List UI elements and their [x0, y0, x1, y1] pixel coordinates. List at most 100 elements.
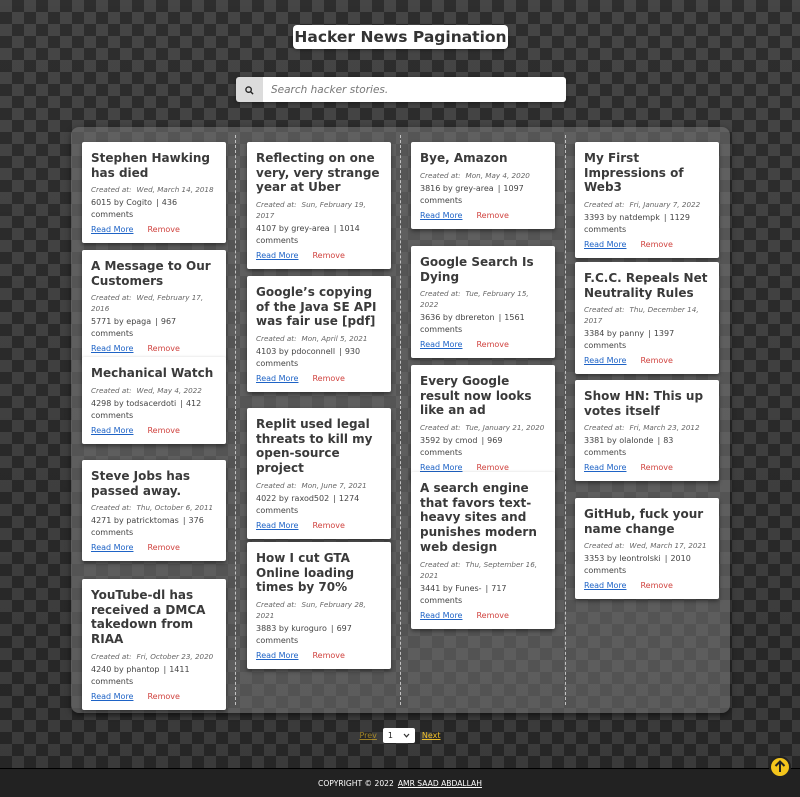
meta-divider: | — [156, 198, 159, 208]
story-points: 4271 — [91, 516, 112, 526]
story-actions: Read More Remove — [584, 462, 711, 473]
story-date: Created at: Thu, October 6, 2011 — [91, 502, 218, 513]
meta-divider: | — [333, 224, 337, 234]
read-more-link[interactable]: Read More — [420, 611, 462, 620]
read-more-link[interactable]: Read More — [256, 374, 298, 383]
story-actions: Read More Remove — [420, 210, 547, 221]
remove-button[interactable]: Remove — [312, 521, 344, 530]
by-label: by — [278, 224, 289, 234]
story-author: leontrolski — [619, 554, 661, 564]
search-button[interactable] — [236, 77, 263, 102]
remove-button[interactable]: Remove — [147, 692, 179, 701]
created-at-label: Created at: — [91, 293, 132, 303]
story-title: Bye, Amazon — [420, 151, 508, 165]
read-more-link[interactable]: Read More — [91, 543, 133, 552]
story-author: pdoconnell — [291, 347, 336, 357]
story-comments-count: 697 — [336, 624, 352, 634]
story-actions: Read More Remove — [584, 580, 711, 591]
story-date-value: Fri, March 23, 2012 — [629, 423, 700, 433]
story-meta: 5771 by epaga | 967 comments — [91, 316, 218, 340]
search-input[interactable] — [263, 77, 566, 102]
story-meta: 3441 by Funes- | 717 comments — [420, 583, 547, 607]
page-select-value: 1 — [387, 730, 393, 740]
prev-page-link[interactable]: Prev — [359, 731, 376, 740]
read-more-link[interactable]: Read More — [420, 463, 462, 472]
comments-label: comments — [91, 329, 134, 339]
story-date-value: Wed, March 14, 2018 — [136, 185, 214, 195]
remove-button[interactable]: Remove — [476, 340, 508, 349]
created-at-label: Created at: — [584, 200, 625, 210]
read-more-link[interactable]: Read More — [420, 340, 462, 349]
story-author: natdempk — [619, 213, 660, 223]
story-author: todsacerdoti — [126, 398, 177, 408]
remove-button[interactable]: Remove — [312, 651, 344, 660]
read-more-link[interactable]: Read More — [584, 356, 626, 365]
story-meta: 3636 by dbrereton | 1561 comments — [420, 312, 547, 336]
story-comments-count: 436 — [161, 198, 178, 208]
scroll-to-top-button[interactable] — [769, 756, 791, 778]
story-points: 6015 — [91, 198, 112, 208]
read-more-link[interactable]: Read More — [584, 240, 626, 249]
story-date: Created at: Fri, March 23, 2012 — [584, 422, 711, 433]
story-author: dbrereton — [455, 313, 495, 323]
created-at-label: Created at: — [420, 170, 461, 180]
read-more-link[interactable]: Read More — [256, 521, 298, 530]
by-label: by — [606, 329, 617, 339]
next-page-link[interactable]: Next — [422, 731, 441, 740]
remove-button[interactable]: Remove — [476, 211, 508, 220]
story-date-value: Mon, May 4, 2020 — [465, 170, 530, 180]
remove-button[interactable]: Remove — [312, 251, 344, 260]
remove-button[interactable]: Remove — [147, 225, 179, 234]
meta-divider: | — [485, 583, 489, 593]
by-label: by — [606, 554, 617, 564]
remove-button[interactable]: Remove — [147, 426, 179, 435]
comments-label: comments — [420, 448, 463, 458]
page-select[interactable]: 1 — [382, 727, 415, 743]
comments-label: comments — [584, 341, 627, 351]
story-title: Google Search Is Dying — [420, 255, 534, 284]
story-comments-count: 1274 — [338, 493, 360, 503]
remove-button[interactable]: Remove — [147, 344, 179, 353]
meta-divider: | — [663, 213, 667, 223]
story-date: Created at: Mon, April 5, 2021 — [256, 333, 383, 344]
remove-button[interactable]: Remove — [640, 356, 672, 365]
created-at-label: Created at: — [584, 423, 625, 433]
remove-button[interactable]: Remove — [476, 611, 508, 620]
created-at-label: Created at: — [91, 185, 132, 195]
story-date-value: Mon, June 7, 2021 — [301, 480, 367, 490]
meta-divider: | — [497, 183, 501, 193]
by-label: by — [442, 436, 453, 446]
remove-button[interactable]: Remove — [476, 463, 508, 472]
story-comments-count: 1411 — [169, 664, 190, 674]
read-more-link[interactable]: Read More — [91, 692, 133, 701]
story-actions: Read More Remove — [584, 355, 711, 366]
read-more-link[interactable]: Read More — [584, 463, 626, 472]
story-date: Created at: Thu, September 16, 2021 — [420, 559, 547, 581]
story-meta: 4298 by todsacerdoti | 412 comments — [91, 398, 218, 422]
story-points: 3353 — [584, 554, 605, 564]
story-date-value: Tue, January 21, 2020 — [465, 423, 545, 433]
read-more-link[interactable]: Read More — [91, 225, 133, 234]
remove-button[interactable]: Remove — [640, 581, 672, 590]
read-more-link[interactable]: Read More — [256, 251, 298, 260]
author-link[interactable]: AMR SAAD ABDALLAH — [398, 779, 482, 788]
story-points: 4103 — [256, 347, 277, 357]
read-more-link[interactable]: Read More — [91, 426, 133, 435]
story-date: Created at: Mon, June 7, 2021 — [256, 480, 383, 491]
story-author: olalonde — [619, 436, 654, 446]
remove-button[interactable]: Remove — [312, 374, 344, 383]
story-comments-count: 2010 — [670, 554, 691, 564]
remove-button[interactable]: Remove — [640, 463, 672, 472]
story-column: My First Impressions of Web3 Created at: F… — [575, 135, 729, 705]
story-comments-count: 1097 — [503, 183, 524, 193]
read-more-link[interactable]: Read More — [91, 344, 133, 353]
story-meta: 4103 by pdoconnell | 930 comments — [256, 346, 383, 370]
read-more-link[interactable]: Read More — [584, 581, 626, 590]
remove-button[interactable]: Remove — [640, 240, 672, 249]
read-more-link[interactable]: Read More — [256, 651, 298, 660]
story-date: Created at: Sun, February 28, 2021 — [256, 599, 383, 621]
read-more-link[interactable]: Read More — [420, 211, 462, 220]
story-points: 4107 — [256, 224, 277, 234]
remove-button[interactable]: Remove — [147, 543, 179, 552]
story-column: Bye, Amazon Created at: Mon, May 4, 2020 38… — [411, 135, 565, 705]
